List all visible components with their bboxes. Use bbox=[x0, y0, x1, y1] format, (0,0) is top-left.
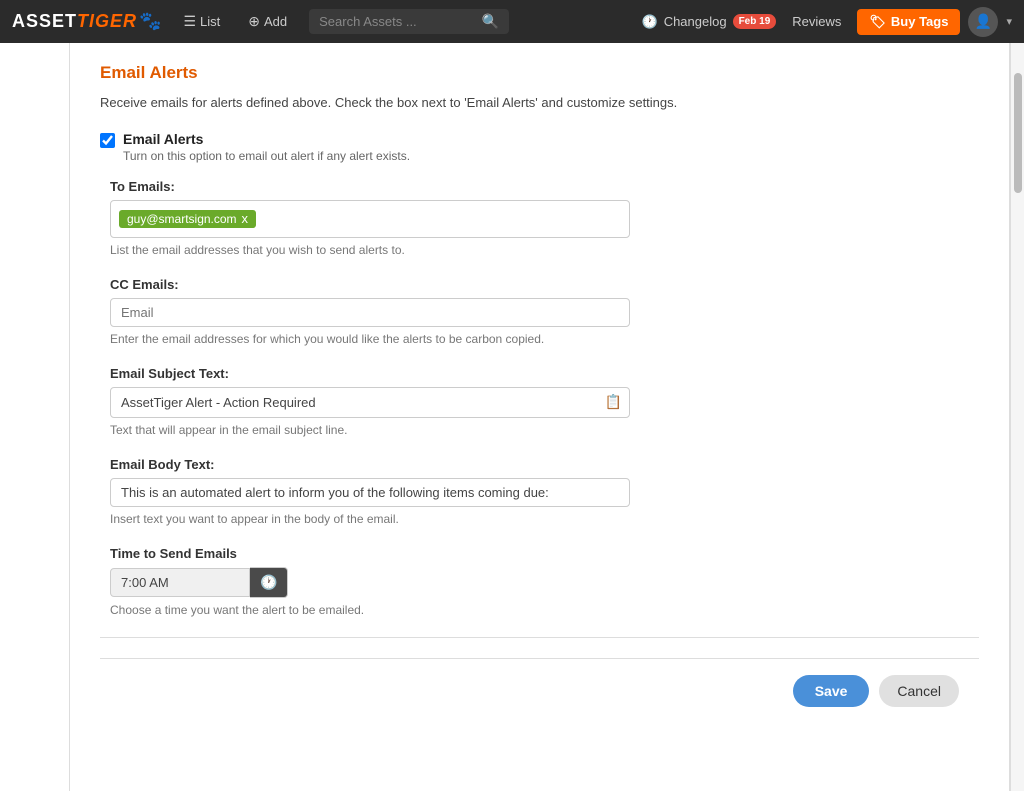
time-input-row: 🕐 bbox=[110, 567, 310, 598]
nav-add-item[interactable]: ⊕ Add bbox=[242, 9, 293, 34]
page-wrapper: Email Alerts Receive emails for alerts d… bbox=[0, 43, 1024, 791]
logo-asset-text: ASSET bbox=[12, 11, 77, 32]
email-subject-input[interactable] bbox=[110, 387, 630, 418]
to-emails-input-box[interactable]: guy@smartsign.com x bbox=[110, 200, 630, 238]
email-alerts-checkbox-label-group: Email Alerts Turn on this option to emai… bbox=[123, 131, 410, 163]
avatar-icon: 👤 bbox=[975, 13, 992, 30]
time-clock-button[interactable]: 🕐 bbox=[250, 567, 288, 598]
reviews-button[interactable]: Reviews bbox=[784, 10, 849, 33]
email-alerts-checkbox-sublabel: Turn on this option to email out alert i… bbox=[123, 149, 410, 163]
nav-list-label: List bbox=[200, 14, 220, 29]
reviews-label: Reviews bbox=[792, 14, 841, 29]
avatar-dropdown-caret[interactable]: ▾ bbox=[1006, 15, 1012, 28]
buy-tags-label: Buy Tags bbox=[891, 14, 949, 29]
save-button[interactable]: Save bbox=[793, 675, 870, 707]
nav-add-label: Add bbox=[264, 14, 287, 29]
cc-emails-input[interactable] bbox=[110, 298, 630, 327]
clock-icon: 🕐 bbox=[642, 14, 658, 30]
email-alerts-title: Email Alerts bbox=[100, 63, 979, 83]
time-hint: Choose a time you want the alert to be e… bbox=[110, 603, 979, 617]
cc-emails-hint: Enter the email addresses for which you … bbox=[110, 332, 979, 346]
email-body-label: Email Body Text: bbox=[110, 457, 979, 472]
search-input[interactable] bbox=[319, 14, 476, 29]
bottom-bar: Save Cancel bbox=[100, 658, 979, 723]
add-icon: ⊕ bbox=[248, 13, 260, 30]
email-body-group: Email Body Text: Insert text you want to… bbox=[100, 457, 979, 526]
email-subject-group: Email Subject Text: 📋 Text that will app… bbox=[100, 366, 979, 437]
email-alerts-description: Receive emails for alerts defined above.… bbox=[100, 93, 979, 113]
logo-tiger-text: TIGER bbox=[77, 11, 137, 32]
logo[interactable]: ASSET TIGER 🐾 bbox=[12, 11, 161, 32]
main-content: Email Alerts Receive emails for alerts d… bbox=[70, 43, 1010, 791]
avatar[interactable]: 👤 bbox=[968, 7, 998, 37]
email-body-input[interactable] bbox=[110, 478, 630, 507]
email-subject-hint: Text that will appear in the email subje… bbox=[110, 423, 979, 437]
time-to-send-group: Time to Send Emails 🕐 Choose a time you … bbox=[100, 546, 979, 617]
email-tag-text: guy@smartsign.com bbox=[127, 212, 237, 226]
clock-icon: 🕐 bbox=[260, 574, 277, 590]
email-alerts-checkbox-label: Email Alerts bbox=[123, 131, 410, 147]
nav-right: 🕐 Changelog Feb 19 Reviews 🏷 Buy Tags 👤 … bbox=[642, 7, 1013, 37]
to-emails-group: To Emails: guy@smartsign.com x List the … bbox=[100, 179, 979, 257]
changelog-badge: Feb 19 bbox=[733, 14, 777, 29]
to-emails-label: To Emails: bbox=[110, 179, 979, 194]
navbar: ASSET TIGER 🐾 ☰ List ⊕ Add 🔍 🕐 Changelog… bbox=[0, 0, 1024, 43]
changelog-label: Changelog bbox=[664, 14, 727, 29]
clipboard-icon: 📋 bbox=[605, 394, 622, 411]
to-emails-hint: List the email addresses that you wish t… bbox=[110, 243, 979, 257]
cancel-button[interactable]: Cancel bbox=[879, 675, 959, 707]
time-input[interactable] bbox=[110, 568, 250, 597]
buy-tags-button[interactable]: 🏷 Buy Tags bbox=[857, 9, 960, 35]
list-icon: ☰ bbox=[183, 13, 196, 30]
email-subject-label: Email Subject Text: bbox=[110, 366, 979, 381]
changelog-button[interactable]: 🕐 Changelog Feb 19 bbox=[642, 14, 777, 30]
logo-paw-icon: 🐾 bbox=[139, 11, 161, 32]
email-alerts-checkbox[interactable] bbox=[100, 133, 115, 148]
email-subject-input-wrapper: 📋 bbox=[110, 387, 630, 418]
nav-list-item[interactable]: ☰ List bbox=[177, 9, 226, 34]
email-alerts-checkbox-row: Email Alerts Turn on this option to emai… bbox=[100, 131, 979, 163]
bottom-divider bbox=[100, 637, 979, 638]
search-icon: 🔍 bbox=[482, 13, 499, 30]
search-bar[interactable]: 🔍 bbox=[309, 9, 509, 34]
email-body-hint: Insert text you want to appear in the bo… bbox=[110, 512, 979, 526]
cc-emails-label: CC Emails: bbox=[110, 277, 979, 292]
email-tag: guy@smartsign.com x bbox=[119, 210, 256, 228]
time-to-send-label: Time to Send Emails bbox=[110, 546, 979, 561]
cc-emails-group: CC Emails: Enter the email addresses for… bbox=[100, 277, 979, 346]
scrollbar-thumb[interactable] bbox=[1014, 73, 1022, 193]
left-sidebar bbox=[0, 43, 70, 791]
email-tag-close-icon[interactable]: x bbox=[242, 212, 249, 225]
scrollbar[interactable] bbox=[1010, 43, 1024, 791]
tag-icon: 🏷 bbox=[869, 14, 886, 30]
